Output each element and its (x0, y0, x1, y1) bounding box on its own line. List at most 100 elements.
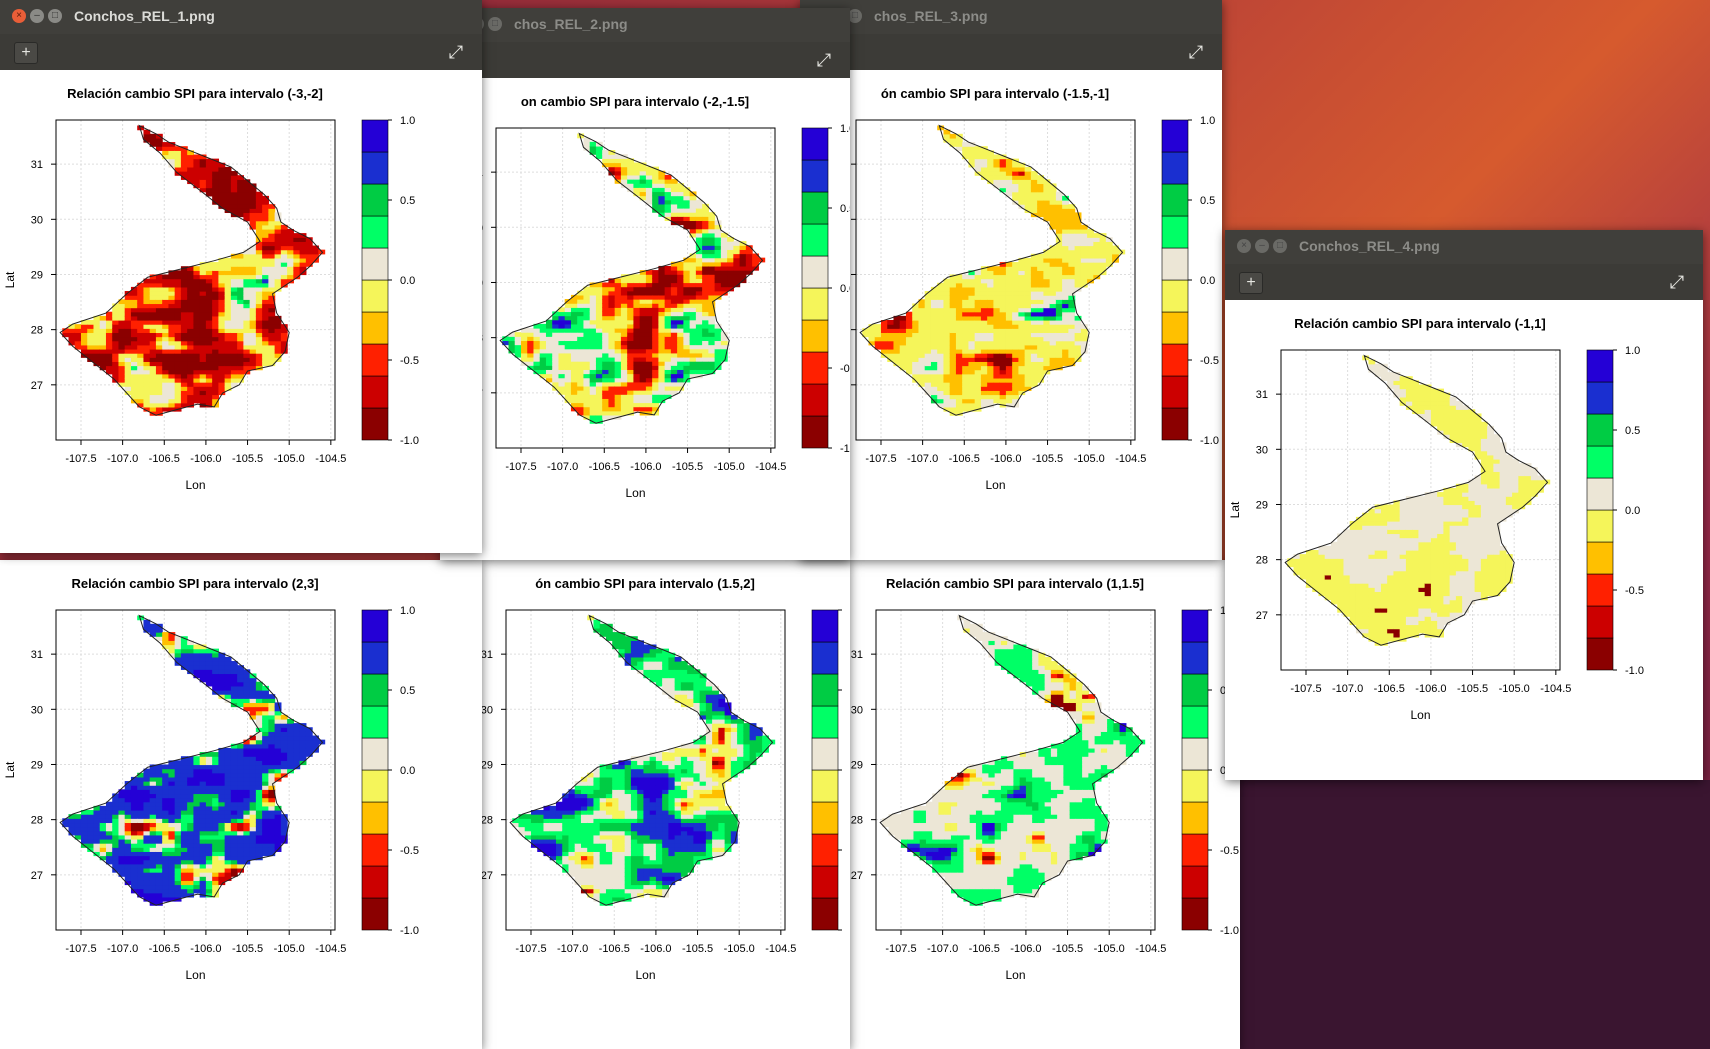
spi-cell (193, 876, 201, 881)
fullscreen-icon[interactable]: ⤢ (812, 48, 836, 72)
spi-cell (912, 315, 920, 321)
spi-cell (737, 756, 744, 761)
spi-cell (230, 760, 238, 766)
spi-cell (988, 805, 996, 811)
spi-cell (1082, 822, 1089, 828)
spi-cell (705, 760, 713, 766)
spi-cell (539, 340, 547, 346)
legend-label: 1.0 (1200, 115, 1215, 127)
spi-cell (755, 743, 763, 749)
spi-cell (618, 785, 626, 790)
spi-cell (1068, 208, 1076, 214)
spi-cell (599, 863, 607, 869)
spi-cell (1012, 328, 1020, 334)
spi-cell (1038, 818, 1046, 824)
spi-cell (1005, 377, 1013, 383)
spi-cell (230, 826, 238, 832)
spi-cell (80, 818, 88, 824)
spi-cell (155, 627, 163, 633)
image-viewer-window[interactable]: ×–□chos_REL_2.png+⤢on cambio SPI para in… (440, 8, 850, 560)
spi-cell (1055, 311, 1063, 317)
image-viewer-window[interactable]: Relación cambio SPI para intervalo (1,1.… (820, 560, 1240, 1049)
spi-cell (287, 731, 294, 737)
spi-cell (262, 781, 269, 786)
spi-cell (975, 843, 983, 848)
maximize-icon[interactable]: □ (848, 9, 862, 23)
spi-cell (137, 830, 145, 836)
spi-cell (293, 752, 301, 757)
spi-cell (1112, 249, 1119, 255)
spi-cell (1055, 228, 1063, 234)
spi-cell (243, 752, 251, 757)
spi-cell (237, 789, 244, 795)
spi-cell (1049, 332, 1057, 338)
spi-cell (630, 772, 638, 778)
spi-cell (674, 756, 682, 761)
spi-cell (899, 353, 907, 358)
spi-cell (1005, 282, 1013, 288)
spi-cell (624, 843, 632, 848)
image-viewer-window[interactable]: ×–□chos_REL_3.png+⤢ón cambio SPI para in… (800, 0, 1222, 560)
spi-cell (280, 760, 288, 766)
window-titlebar[interactable]: ×–□chos_REL_3.png (800, 0, 1222, 34)
spi-cell (1069, 851, 1077, 857)
spi-cell (1018, 278, 1026, 284)
spi-cell (1032, 880, 1040, 886)
spi-cell (199, 810, 207, 815)
y-axis-label: Lat (3, 761, 17, 778)
image-viewer-window[interactable]: ón cambio SPI para intervalo (1.5,2] -107… (450, 560, 850, 1049)
spi-cell (1100, 768, 1108, 774)
spi-cell (994, 640, 1002, 646)
spi-cell (637, 764, 645, 770)
spi-cell (955, 315, 963, 321)
spi-cell (155, 818, 163, 824)
spi-cell (712, 843, 719, 848)
spi-cell (1025, 772, 1033, 778)
image-viewer-window[interactable]: Relación cambio SPI para intervalo (2,3]… (0, 560, 482, 1049)
legend-swatch (1181, 705, 1209, 739)
spi-cell (674, 826, 682, 832)
spi-cell (930, 386, 938, 391)
spi-cell (649, 801, 657, 807)
spi-cell (643, 814, 651, 819)
spi-cell (605, 859, 613, 865)
spi-cell (143, 814, 151, 819)
spi-cell (1087, 253, 1094, 259)
fullscreen-icon[interactable]: ⤢ (1184, 40, 1208, 64)
spi-cell (230, 801, 238, 807)
spi-cell (944, 830, 952, 836)
spi-cell (605, 880, 613, 886)
spi-cell (737, 723, 744, 728)
spi-cell (199, 768, 207, 774)
spi-cell (155, 884, 163, 890)
spi-cell (155, 797, 163, 803)
maximize-icon[interactable]: □ (488, 17, 502, 31)
spi-cell (630, 805, 638, 811)
spi-cell (630, 793, 638, 799)
spi-cell (980, 332, 988, 338)
spi-cell (1069, 710, 1077, 716)
spi-cell (1000, 789, 1008, 795)
spi-cell (999, 307, 1007, 313)
spi-cell (605, 781, 613, 786)
window-titlebar[interactable]: ×–□chos_REL_2.png (440, 8, 850, 42)
spi-cell (230, 747, 238, 753)
spi-cell (599, 826, 607, 832)
spi-cell (1082, 776, 1089, 782)
spi-cell (533, 361, 541, 366)
spi-cell (630, 838, 638, 844)
spi-cell (874, 324, 882, 329)
spi-cell (705, 768, 713, 774)
spi-cell (174, 859, 182, 865)
spi-cell (705, 822, 713, 828)
spi-cell (174, 838, 182, 844)
spi-cell (262, 851, 269, 857)
spi-cell (968, 361, 976, 367)
spi-cell (199, 673, 207, 679)
spi-cell (599, 843, 607, 848)
spi-cell (143, 884, 151, 890)
spi-cell (674, 752, 682, 757)
spi-cell (955, 353, 963, 358)
spi-cell (982, 834, 990, 840)
viewer-headerbar: +⤢ (440, 42, 850, 78)
